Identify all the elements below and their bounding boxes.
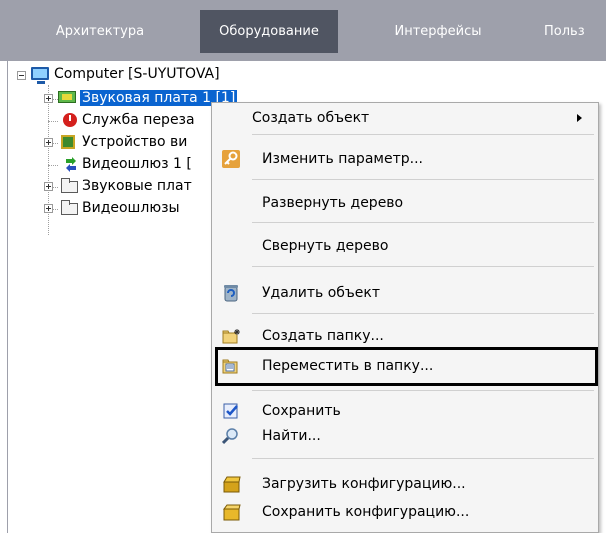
tree-item-video-gateways-folder[interactable]: Видеошлюзы — [82, 197, 180, 219]
tab-equipment[interactable]: Оборудование — [200, 10, 338, 53]
move-to-folder-icon — [222, 357, 240, 375]
power-icon — [63, 113, 77, 127]
tree-guide-line — [48, 121, 58, 122]
computer-icon — [31, 67, 49, 84]
expand-toggle[interactable] — [44, 94, 53, 103]
menu-item-label: Свернуть дерево — [262, 238, 389, 254]
menu-item-collapse-tree[interactable]: Свернуть дерево — [212, 233, 598, 259]
menu-item-load-config[interactable]: Загрузить конфигурацию... — [212, 471, 598, 497]
menu-item-label: Создать объект — [252, 110, 370, 126]
menu-item-move-to-folder[interactable]: Переместить в папку... — [212, 353, 598, 379]
menu-separator — [252, 458, 594, 459]
sound-card-icon — [58, 91, 76, 103]
menu-item-label: Создать папку... — [262, 328, 384, 344]
menu-item-label: Развернуть дерево — [262, 195, 404, 211]
menu-separator — [252, 313, 594, 314]
menu-separator — [252, 222, 594, 223]
tree-item-label: Звуковые плат — [82, 178, 192, 194]
menu-item-label: Найти... — [262, 428, 321, 444]
menu-item-edit-parameter[interactable]: Изменить параметр... — [212, 146, 598, 172]
menu-item-label: Сохранить конфигурацию... — [262, 504, 470, 520]
tree-root-computer[interactable]: Computer [S-UYUTOVA] — [54, 63, 220, 85]
menu-separator — [252, 266, 594, 267]
new-folder-icon — [222, 327, 240, 345]
menu-separator — [252, 179, 594, 180]
chip-icon — [61, 135, 75, 149]
menu-separator — [252, 390, 594, 391]
tab-users[interactable]: Польз — [544, 10, 606, 53]
folder-icon — [61, 200, 78, 215]
folder-icon — [61, 178, 78, 193]
tab-bar: Архитектура Оборудование Интерфейсы Поль… — [0, 0, 606, 61]
tree-item-label: Видеошлюз 1 [ — [82, 156, 192, 172]
delete-icon — [222, 284, 240, 302]
tree-item-label: Служба переза — [82, 112, 195, 128]
menu-item-save[interactable]: Сохранить — [212, 398, 598, 424]
tree-root-label: Computer [S-UYUTOVA] — [54, 66, 220, 82]
tab-architecture[interactable]: Архитектура — [30, 10, 170, 53]
tree-item-label: Видеошлюзы — [82, 200, 180, 216]
menu-item-create-object[interactable]: Создать объект — [212, 105, 598, 131]
tree-guide-line — [48, 165, 58, 166]
menu-item-label: Изменить параметр... — [262, 151, 423, 167]
menu-item-create-folder[interactable]: Создать папку... — [212, 323, 598, 349]
menu-item-label: Загрузить конфигурацию... — [262, 476, 466, 492]
tree-item-sound-cards-folder[interactable]: Звуковые плат — [82, 175, 192, 197]
tree-item-video-gateway[interactable]: Видеошлюз 1 [ — [82, 153, 192, 175]
key-icon — [222, 150, 240, 168]
tab-interfaces[interactable]: Интерфейсы — [368, 10, 508, 53]
tree-item-video-device[interactable]: Устройство ви — [82, 131, 187, 153]
save-icon — [222, 402, 240, 420]
load-config-icon — [222, 475, 241, 493]
save-config-icon — [222, 503, 241, 521]
menu-item-label: Удалить объект — [262, 285, 381, 301]
menu-item-save-config[interactable]: Сохранить конфигурацию... — [212, 499, 598, 525]
tree-item-restart-service[interactable]: Служба переза — [82, 109, 195, 131]
menu-item-expand-tree[interactable]: Развернуть дерево — [212, 190, 598, 216]
expand-toggle[interactable] — [44, 204, 53, 213]
menu-item-label: Переместить в папку... — [262, 358, 434, 374]
collapse-toggle[interactable] — [17, 71, 26, 80]
menu-item-label: Сохранить — [262, 403, 341, 419]
menu-separator — [252, 134, 594, 135]
gateway-icon — [63, 156, 79, 172]
menu-item-find[interactable]: Найти... — [212, 423, 598, 449]
submenu-arrow-icon — [577, 114, 582, 122]
expand-toggle[interactable] — [44, 182, 53, 191]
context-menu: Создать объект Изменить параметр... Разв… — [211, 102, 599, 533]
search-icon — [221, 427, 240, 445]
menu-item-delete-object[interactable]: Удалить объект — [212, 280, 598, 306]
expand-toggle[interactable] — [44, 138, 53, 147]
tree-item-label: Устройство ви — [82, 134, 188, 150]
